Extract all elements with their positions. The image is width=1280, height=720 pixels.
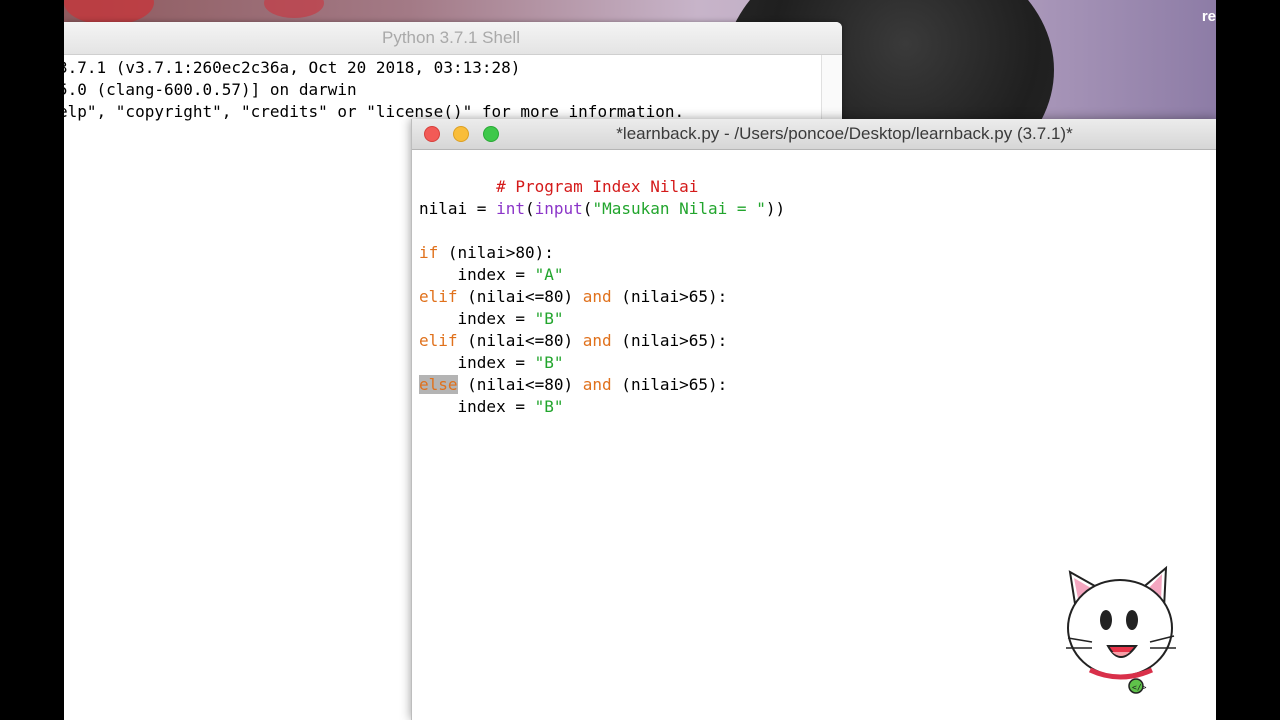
code-text: index = [419,309,535,328]
code-line[interactable]: else (nilai<=80) and (nilai>65): [419,374,727,396]
code-line[interactable]: if (nilai>80): [419,242,554,264]
wallpaper-shape [264,0,324,18]
editor-titlebar[interactable]: *learnback.py - /Users/poncoe/Desktop/le… [412,119,1216,150]
code-operator: = [467,199,497,218]
code-line[interactable]: index = "B" [419,396,564,418]
cat-mascot-icon: </> [1060,560,1186,700]
code-text: (nilai>65): [611,331,728,350]
code-string: "B" [534,309,564,328]
code-line[interactable]: nilai = int(input("Masukan Nilai = ")) [419,198,785,220]
code-text: (nilai>65): [611,375,728,394]
code-text: index = [419,353,535,372]
code-variable: nilai [419,199,468,218]
code-string: "A" [534,265,564,284]
code-text: (nilai<=80) [457,331,583,350]
code-paren: ( [524,199,535,218]
code-builtin: input [534,199,583,218]
code-line[interactable]: elif (nilai<=80) and (nilai>65): [419,286,727,308]
code-line[interactable]: index = "B" [419,352,564,374]
svg-text:</>: </> [1132,683,1147,692]
code-text: (nilai>80): [438,243,554,262]
code-text: (nilai>65): [611,287,728,306]
code-keyword: and [582,287,612,306]
code-paren: ( [582,199,593,218]
code-keyword-selected[interactable]: else [419,375,458,394]
code-keyword: elif [419,331,458,350]
shell-title: Python 3.7.1 Shell [382,28,520,47]
code-string: "Masukan Nilai = " [592,199,766,218]
code-string: "B" [534,353,564,372]
code-string: "B" [534,397,564,416]
code-keyword: elif [419,287,458,306]
code-paren: )) [765,199,786,218]
code-keyword: if [419,243,439,262]
code-text: index = [419,265,535,284]
code-builtin: int [496,199,525,218]
code-text: (nilai<=80) [457,375,583,394]
code-line[interactable]: elif (nilai<=80) and (nilai>65): [419,330,727,352]
shell-output-line: 3.7.1 (v3.7.1:260ec2c36a, Oct 20 2018, 0… [64,58,521,77]
code-line[interactable]: index = "A" [419,264,564,286]
code-text: (nilai<=80) [457,287,583,306]
wallpaper-text: re [1201,8,1216,25]
code-comment: # Program Index Nilai [496,177,699,196]
shell-titlebar[interactable]: Python 3.7.1 Shell [64,22,842,55]
code-line[interactable]: # Program Index Nilai [419,154,698,196]
code-keyword: and [582,331,612,350]
shell-output-line: 5.0 (clang-600.0.57)] on darwin [64,80,357,99]
editor-title: *learnback.py - /Users/poncoe/Desktop/le… [616,124,1073,143]
code-text: index = [419,397,535,416]
desktop: re Python 3.7.1 Shell 3.7.1 (v3.7.1:260e… [64,0,1216,720]
code-line[interactable]: index = "B" [419,308,564,330]
code-keyword: and [582,375,612,394]
